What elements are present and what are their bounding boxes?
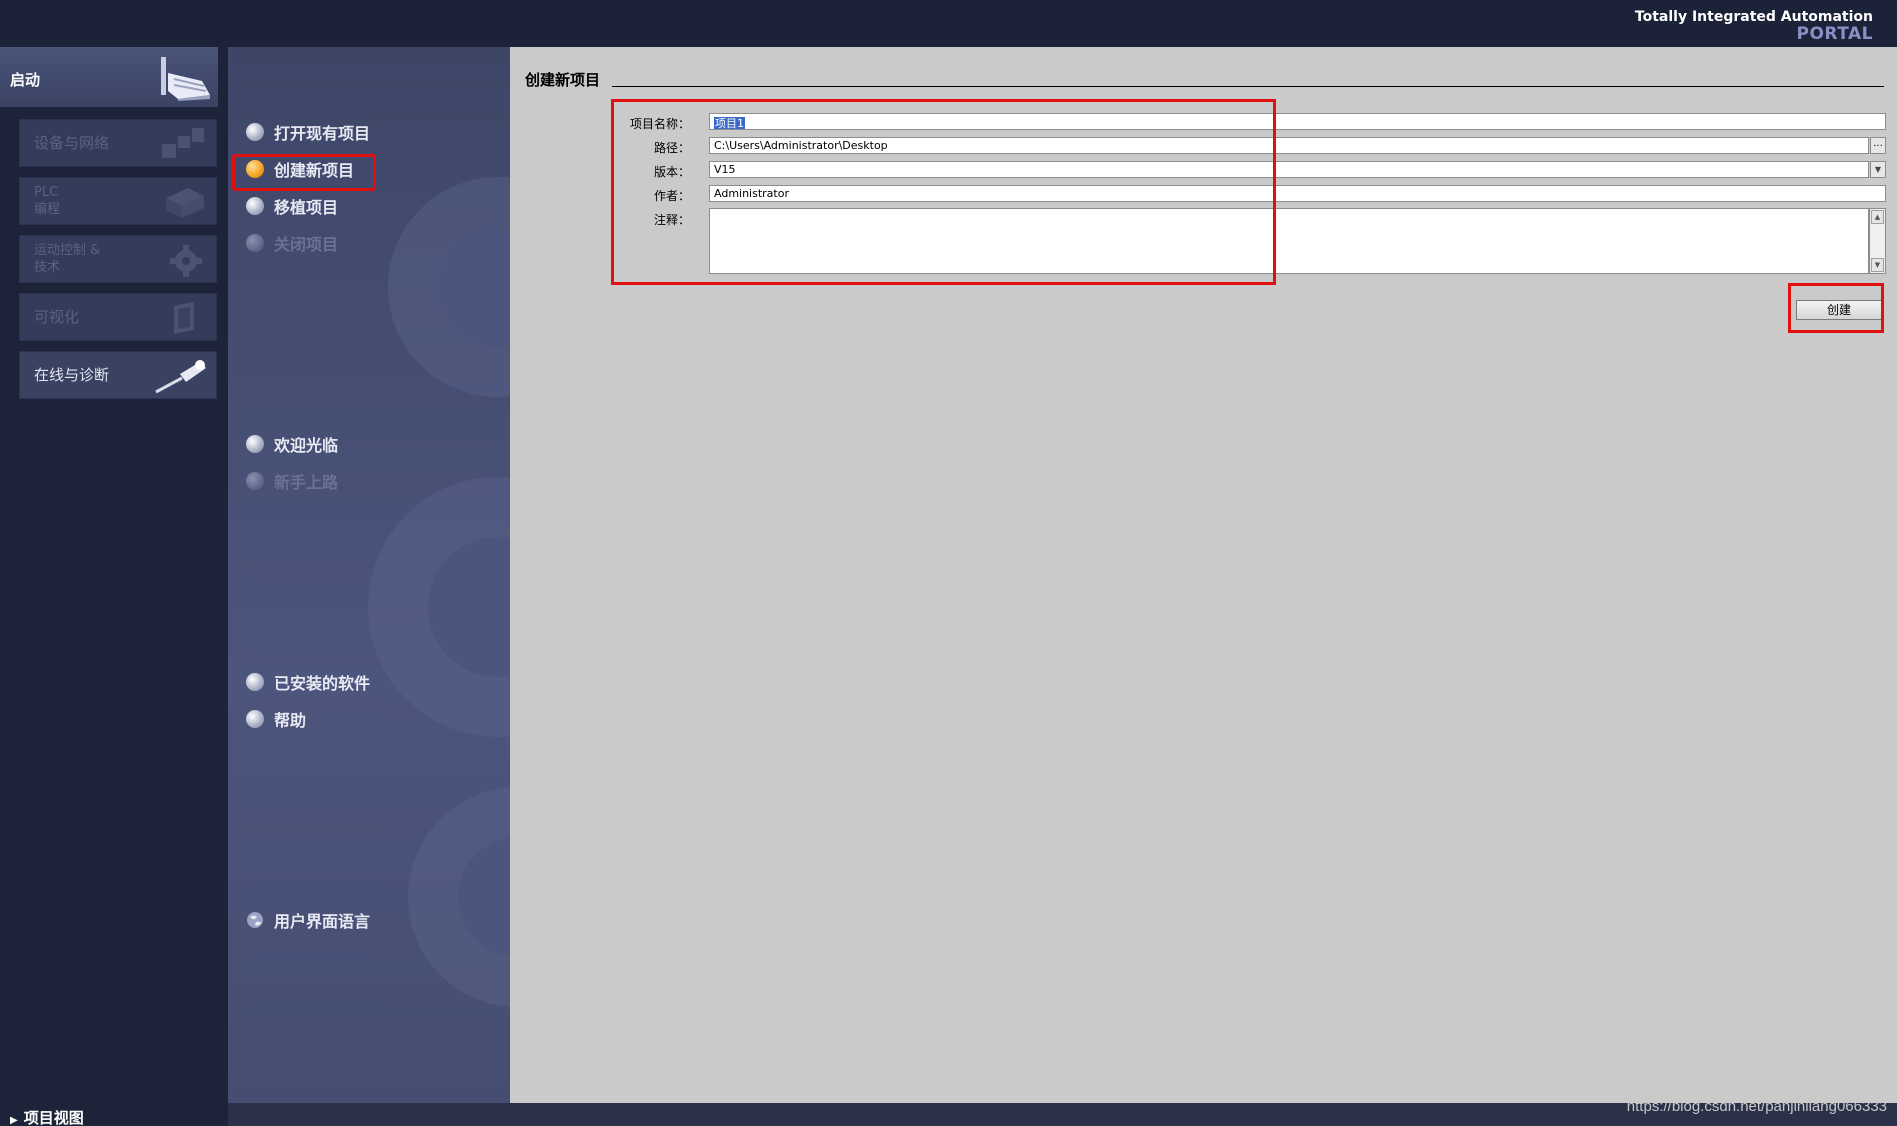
brand-line1: Totally Integrated Automation: [1634, 9, 1873, 25]
title-divider: [612, 86, 1884, 87]
start-navigation: 打开现有项目 创建新项目 移植项目 关闭项目 欢迎光临 新手上路 已安装的软件 …: [228, 47, 510, 1103]
section-title: 创建新项目: [525, 71, 601, 89]
scroll-up-icon[interactable]: ▲: [1871, 210, 1884, 224]
portal-online-diagnostics[interactable]: 在线与诊断: [19, 351, 217, 399]
devices-network-icon: [162, 128, 204, 158]
start-portal-button[interactable]: 启动: [0, 47, 218, 107]
create-project-panel: 创建新项目 项目名称： 项目1 路径： C:\Users\Administrat…: [510, 47, 1897, 1103]
globe-icon: [247, 912, 263, 928]
nav-welcome[interactable]: 欢迎光临: [246, 433, 338, 455]
comment-scrollbar[interactable]: ▲ ▼: [1869, 208, 1886, 274]
triangle-right-icon: ▶: [10, 1115, 18, 1126]
highlight-frame-create-button: [1788, 283, 1884, 333]
start-factory-icon: [161, 57, 210, 101]
chevron-down-icon: ▼: [1874, 165, 1882, 174]
nav-installed-software[interactable]: 已安装的软件: [246, 671, 370, 693]
highlight-frame-form: [611, 99, 1276, 285]
portal-sidebar: 启动 设备与网络 PLC 编程 运动控制 & 技术 可视化 在线与诊断 ▶ 项目…: [0, 47, 228, 1126]
watermark: https://blog.csdn.net/panjinliang066333: [1626, 1098, 1887, 1115]
portal-plc-programming[interactable]: PLC 编程: [19, 177, 217, 225]
start-label: 启动: [10, 71, 41, 89]
nav-welcome-label: 欢迎光临: [274, 436, 339, 455]
nav-close-project: 关闭项目: [246, 232, 338, 254]
nav-first-steps: 新手上路: [246, 470, 338, 492]
title-bar: Totally Integrated Automation PORTAL: [0, 0, 1897, 47]
portal-devices-networks[interactable]: 设备与网络: [19, 119, 217, 167]
portal-plc-programming-label: PLC 编程: [34, 185, 61, 217]
portal-devices-networks-label: 设备与网络: [34, 134, 110, 152]
nav-ui-language[interactable]: 用户界面语言: [246, 909, 370, 931]
radio-icon: [246, 123, 264, 141]
nav-close-project-label: 关闭项目: [274, 235, 339, 254]
radio-icon: [246, 435, 264, 453]
radio-icon: [246, 710, 264, 728]
radio-icon: [246, 472, 264, 490]
plc-programming-icon: [166, 188, 204, 218]
nav-first-steps-label: 新手上路: [274, 473, 339, 492]
diagnostic-probe-icon: [155, 360, 206, 394]
nav-ui-language-label: 用户界面语言: [274, 912, 371, 931]
nav-open-project-label: 打开现有项目: [274, 124, 371, 143]
nav-help[interactable]: 帮助: [246, 708, 306, 730]
browse-path-button[interactable]: ...: [1870, 137, 1886, 154]
scroll-down-icon[interactable]: ▼: [1871, 258, 1884, 272]
project-view-label: 项目视图: [23, 1109, 84, 1126]
version-dropdown-button[interactable]: ▼: [1870, 161, 1886, 178]
highlight-frame-create-project: [232, 154, 376, 191]
visualization-icon: [174, 302, 194, 334]
radio-icon: [246, 234, 264, 252]
portal-visualization-label: 可视化: [34, 308, 80, 326]
gear-icon: [170, 245, 202, 277]
tia-portal-brand: Totally Integrated Automation PORTAL: [1635, 9, 1873, 43]
portal-online-diagnostics-label: 在线与诊断: [34, 366, 110, 384]
brand-line2: PORTAL: [1796, 24, 1873, 44]
radio-icon: [246, 673, 264, 691]
nav-installed-software-label: 已安装的软件: [274, 674, 371, 693]
portal-visualization[interactable]: 可视化: [19, 293, 217, 341]
nav-migrate-project-label: 移植项目: [274, 198, 339, 217]
portal-motion-technology[interactable]: 运动控制 & 技术: [19, 235, 217, 283]
nav-help-label: 帮助: [274, 711, 307, 730]
radio-icon: [246, 197, 264, 215]
nav-migrate-project[interactable]: 移植项目: [246, 195, 338, 217]
project-view-button[interactable]: ▶ 项目视图: [10, 1107, 84, 1126]
nav-open-project[interactable]: 打开现有项目: [246, 121, 370, 143]
portal-motion-technology-label: 运动控制 & 技术: [34, 243, 101, 275]
